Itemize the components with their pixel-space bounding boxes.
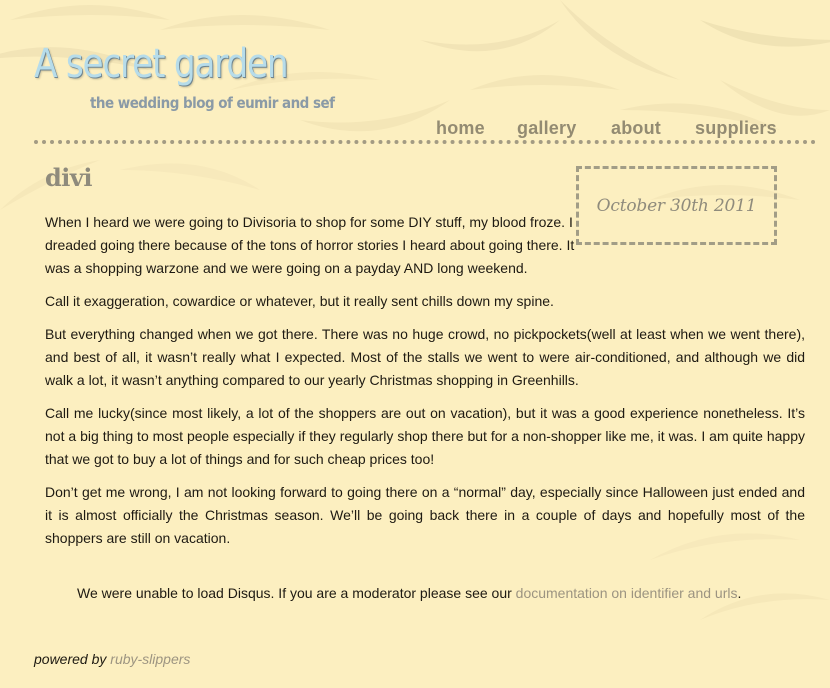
site-tagline: the wedding blog of eumir and sef xyxy=(90,94,335,112)
date-spacer xyxy=(575,211,805,257)
disqus-docs-link[interactable]: documentation on identifier and urls xyxy=(516,585,738,601)
disqus-error-message: We were unable to load Disqus. If you ar… xyxy=(77,585,741,601)
site-title[interactable]: A secret garden xyxy=(34,44,289,84)
disqus-message-text: We were unable to load Disqus. If you ar… xyxy=(77,585,516,601)
post-content: When I heard we were going to Divisoria … xyxy=(45,211,805,560)
theme-link[interactable]: ruby-slippers xyxy=(110,651,190,667)
powered-by-text: powered by xyxy=(34,651,111,667)
header-divider xyxy=(34,140,816,144)
post-paragraph-3: But everything changed when we got there… xyxy=(45,326,805,388)
post-paragraph-5: Don’t get me wrong, I am not looking for… xyxy=(45,484,805,546)
post-paragraph-2: Call it exaggeration, cowardice or whate… xyxy=(45,293,554,309)
nav-item-home[interactable]: home xyxy=(436,118,485,139)
nav-item-gallery[interactable]: gallery xyxy=(517,118,576,139)
nav-item-about[interactable]: about xyxy=(611,118,661,139)
footer-credit: powered by ruby-slippers xyxy=(34,651,190,667)
post-title[interactable]: divi xyxy=(45,163,92,192)
post-paragraph-4: Call me lucky(since most likely, a lot o… xyxy=(45,405,805,467)
disqus-message-suffix: . xyxy=(737,585,742,601)
nav-item-suppliers[interactable]: suppliers xyxy=(695,118,777,139)
